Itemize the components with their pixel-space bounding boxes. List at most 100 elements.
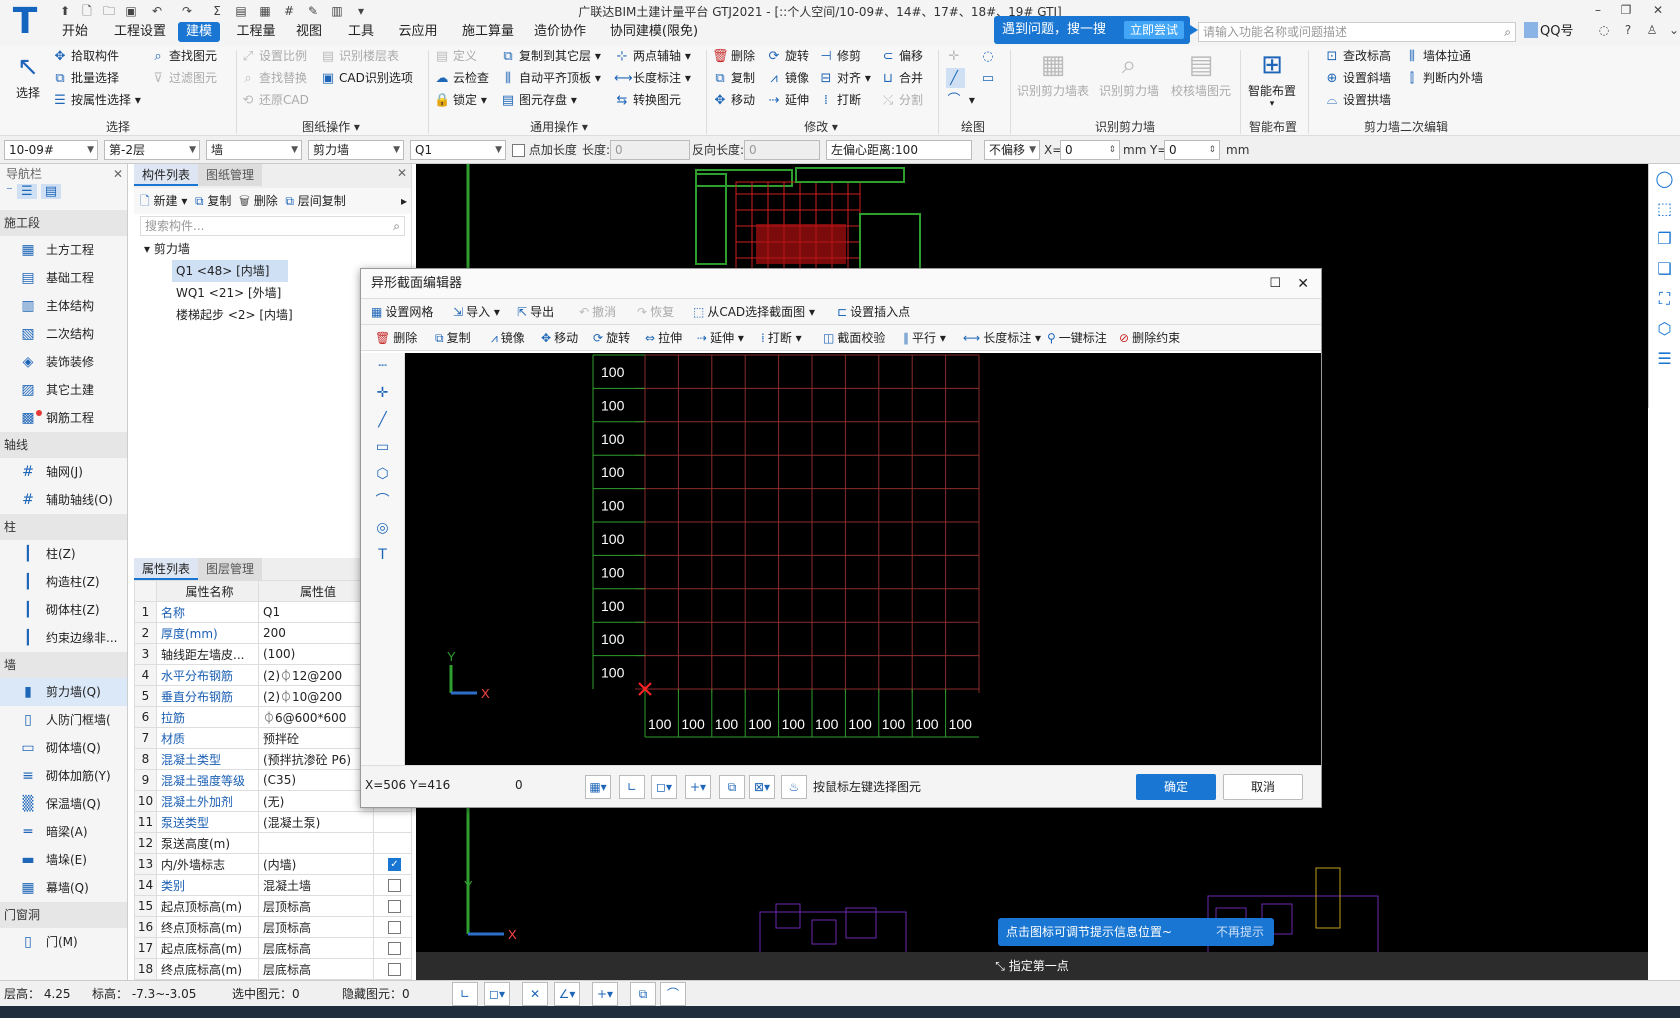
collapse-icon[interactable]: ⁻ [6,184,13,199]
checkbox[interactable] [512,144,525,157]
minimize-icon[interactable]: – [1584,2,1612,18]
property-value[interactable]: Q1 [258,601,374,623]
set-slope-wall-button[interactable]: ⊕ 设置斜墙 [1324,68,1391,88]
menu-quantity[interactable]: 工程量 [234,22,278,42]
property-value[interactable]: (无) [258,790,374,812]
nav-item[interactable]: ◈ 装饰装修 [0,348,127,376]
reverse-length-input[interactable]: 0 [744,140,820,160]
snap-icon[interactable]: ◻▾ [484,982,510,1006]
report-icon[interactable]: ▤ [232,3,250,19]
break-button[interactable]: ⁞ 打断 [818,90,861,110]
judge-inner-outer-button[interactable]: ⫿ 判断内外墙 [1404,68,1483,88]
nav-item[interactable]: ≡ 砌体加筋(Y) [0,762,127,790]
cad-options-button[interactable]: ▣ CAD识别选项 [320,68,413,88]
nav-section-header[interactable]: 门窗洞 [0,902,127,928]
property-value[interactable]: 预拌砼 [258,727,374,749]
nav-item[interactable]: ▭ 砌体墙(Q) [0,734,127,762]
inter-floor-copy-button[interactable]: ⧉ 层间复制 [285,194,345,208]
nav-item[interactable]: # 轴网(J) [0,458,127,486]
nav-item[interactable]: ▧ 二次结构 [0,320,127,348]
nav-item[interactable]: ▮ 剪力墙(Q) [0,678,127,706]
menu-start[interactable]: 开始 [58,22,92,42]
property-value[interactable]: 层底标高 [258,958,374,980]
more-icon[interactable]: ▸ [401,188,407,214]
property-value[interactable]: (预拌抗渗砼 P6) [258,748,374,770]
search-icon[interactable]: ⌕ [1504,23,1511,41]
menu-cost[interactable]: 造价协作 [530,22,590,42]
smart-layout-button[interactable]: ⊞ 智能布置 ▾ [1244,48,1300,109]
redo-button[interactable]: ↷ 恢复 [637,299,674,325]
dlg-break-button[interactable]: ⁞ 打断 ▾ [761,325,802,351]
tree-root[interactable]: ▾ 剪力墙 [134,238,411,260]
menu-tools[interactable]: 工具 [344,22,378,42]
category-select[interactable]: 墙 ▼ [206,140,302,160]
point-icon[interactable]: ┄ [361,353,404,380]
delete-constraint-button[interactable]: ⊘ 删除约束 [1119,325,1180,351]
fullscreen-icon[interactable]: ⛶ [1649,284,1680,314]
nav-section-header[interactable]: 轴线 [0,432,127,458]
batch-select-button[interactable]: ⧉ 批量选择 [52,68,119,88]
one-click-dimension-button[interactable]: ⚲ 一键标注 [1047,325,1107,351]
import-button[interactable]: ⇲ 导入 ▾ [453,299,500,325]
tab-property-list[interactable]: 属性列表 [134,558,199,580]
property-row[interactable]: 17 起点底标高(m) 层底标高 [134,937,412,959]
dlg-move-button[interactable]: ✥ 移动 [541,325,578,351]
wall-extend-button[interactable]: ⫼ 墙体拉通 [1404,46,1471,66]
cross-icon[interactable]: ✕ [522,982,548,1006]
app-logo-icon[interactable]: T [4,2,46,42]
dynamic-input-icon[interactable]: +▾ [685,775,711,799]
find-element-button[interactable]: ⌕ 查找图元 [150,46,217,66]
recognize-wall-button[interactable]: ⌕ 识别剪力墙 [1094,48,1164,99]
pen-icon[interactable]: ✎ [304,3,322,19]
select-tool[interactable]: ↖ 选择 [10,50,46,101]
property-row[interactable]: 16 终点顶标高(m) 层顶标高 [134,916,412,938]
checkbox[interactable] [388,879,401,892]
copy-view-icon[interactable]: ⧉ [719,775,745,799]
layer-icon[interactable]: ⬡ [1649,314,1680,344]
select-from-cad-button[interactable]: ⬚ 从CAD选择截面图 ▾ [693,299,815,325]
trim-button[interactable]: ⊣ 修剪 [818,46,861,66]
property-value[interactable]: 层底标高 [258,937,374,959]
avatar[interactable] [1524,22,1538,38]
dropdown-icon[interactable]: ▾ [352,3,370,19]
list-icon[interactable]: ☰ [1649,344,1680,374]
line-icon[interactable]: ╱ [361,407,404,434]
auto-align-slab-button[interactable]: ⫼ 自动平齐顶板 ▾ [500,68,601,88]
tab-drawing-management[interactable]: 图纸管理 [198,164,263,186]
recognize-floor-table-button[interactable]: ▤ 识别楼层表 [320,46,399,66]
new-component-button[interactable]: 🗋 新建 ▾ [140,194,187,208]
property-row[interactable]: 18 终点底标高(m) 层底标高 [134,958,412,980]
property-value[interactable]: (100) [258,643,374,665]
circle-icon[interactable]: ◎ [361,515,404,542]
select-by-property-button[interactable]: ☰ 按属性选择 ▾ [52,90,141,110]
nav-item[interactable]: ═ 暗梁(A) [0,818,127,846]
circle-draw-button[interactable]: ◌ [980,46,999,66]
tab-layer-management[interactable]: 图层管理 [198,558,263,580]
nav-section-header[interactable]: 墙 [0,652,127,678]
y-input[interactable]: 0 ⇕ [1164,140,1220,160]
sum-icon[interactable]: Σ [208,3,226,19]
nav-item[interactable]: ▯ 门(M) [0,928,127,956]
layer-select[interactable]: 第-2层 ▼ [104,140,200,160]
extend-button[interactable]: ⇢ 延伸 [766,90,809,110]
redo-icon[interactable]: ↷ [178,3,196,19]
offset-button[interactable]: ⊂ 偏移 [880,46,923,66]
property-value[interactable]: ⏀6@600*600 [258,706,374,728]
pick-component-button[interactable]: ✥ 拾取构件 [52,46,119,66]
delete-button[interactable]: 🗑 删除 [712,46,755,66]
ortho-toggle-icon[interactable]: ∟ [619,775,645,799]
search-icon[interactable]: ⌕ [393,217,400,235]
save-icon[interactable]: ▣ [122,3,140,19]
property-row[interactable]: 14 类别 混凝土墙 [134,874,412,896]
cube-icon[interactable]: ❒ [1649,224,1680,254]
property-row[interactable]: 13 内/外墙标志 (内墙) ✓ [134,853,412,875]
nav-item[interactable]: ┃ 砌体柱(Z) [0,596,127,624]
ok-button[interactable]: 确定 [1136,774,1216,800]
dlg-length-dimension-button[interactable]: ⟷ 长度标注 ▾ [963,325,1041,351]
copy-button[interactable]: ⧉ 复制 [712,68,755,88]
undo-icon[interactable]: ↶ [148,3,166,19]
length-dimension-button[interactable]: ⟷长度标注 ▾ [614,68,691,88]
nav-item[interactable]: ┃ 构造柱(Z) [0,568,127,596]
property-value[interactable] [258,832,374,854]
type-select[interactable]: 剪力墙 ▼ [308,140,404,160]
